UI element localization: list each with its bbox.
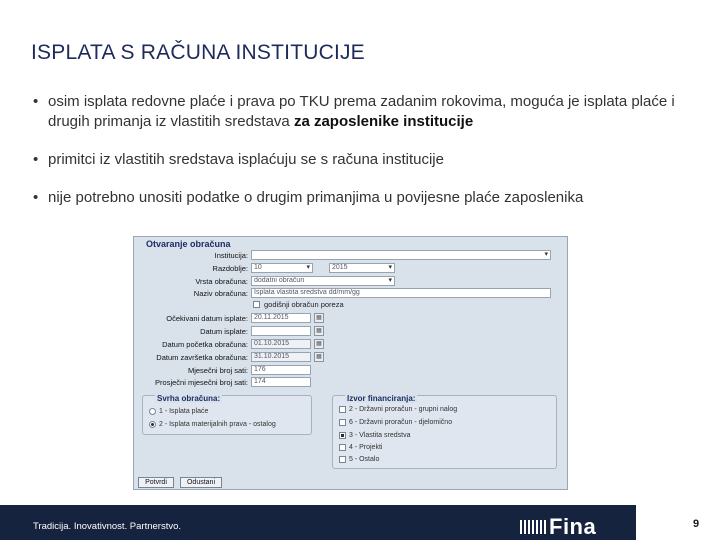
page-number: 9 [693,518,700,530]
end-date-input[interactable]: 31.10.2015 [251,352,311,362]
slide-title: ISPLATA S RAČUNA INSTITUCIJE [31,41,365,64]
bullet-text: nije potrebno unositi podatke o drugim p… [48,189,584,206]
barcode-icon [520,520,546,534]
cancel-button[interactable]: Odustani [180,477,222,488]
annual-tax-label: godišnji obračun poreza [264,300,344,309]
bullet-text: osim isplata redovne plaće i prava po TK… [48,92,693,132]
bullet-marker: • [33,151,39,168]
funding-option-label: 3 - Vlastita sredstva [349,432,411,439]
confirm-button[interactable]: Potvrdi [138,477,174,488]
purpose-option-label: 2 - Isplata materijalnih prava - ostalog [159,421,276,428]
checkbox-checked[interactable] [339,432,346,439]
start-date-input[interactable]: 01.10.2015 [251,339,311,349]
monthly-hours-row: Mjesečni broj sati: 176 [134,365,569,376]
calendar-icon[interactable]: ▦ [314,339,324,349]
calc-type-label: Vrsta obračuna: [195,277,248,286]
bullet-item: • nije potrebno unositi podatke o drugim… [33,188,693,208]
purpose-option[interactable]: 1 - Isplata plaće [149,408,208,415]
funding-option[interactable]: 6 - Državni proračun - djelomično [339,419,452,426]
bullet-text-bold: za zaposlenike institucije [293,113,474,130]
checkbox[interactable] [339,456,346,463]
start-date-label: Datum početka obračuna: [162,340,248,349]
avg-hours-input[interactable]: 174 [251,377,311,387]
funding-source-panel: Izvor financiranja: 2 - Državni proračun… [332,394,557,469]
period-month-select[interactable]: 10 [251,263,313,273]
purpose-panel: Svrha obračuna: 1 - Isplata plaće 2 - Is… [142,394,312,435]
period-label: Razdoblje: [212,264,248,273]
radio-button[interactable] [149,408,156,415]
period-row: Razdoblje: 10 2015 [134,263,569,274]
purpose-option[interactable]: 2 - Isplata materijalnih prava - ostalog [149,421,276,428]
purpose-option-label: 1 - Isplata plaće [159,408,209,415]
calendar-icon[interactable]: ▦ [314,352,324,362]
calendar-icon[interactable]: ▦ [314,326,324,336]
calendar-icon[interactable]: ▦ [314,313,324,323]
avg-hours-label: Prosječni mjesečni broj sati: [155,378,248,387]
funding-option-label: 5 - Ostalo [349,456,380,463]
institution-select[interactable] [251,250,551,260]
checkbox[interactable] [339,444,346,451]
funding-source-title: Izvor financiranja: [345,394,418,403]
payment-date-label: Datum isplate: [200,327,248,336]
payment-date-input[interactable] [251,326,311,336]
payment-date-row: Datum isplate: ▦ [134,326,569,337]
logo-wordmark: Fina [549,514,597,539]
bullet-marker: • [33,93,39,110]
calc-type-select[interactable]: dodatni obračun [251,276,395,286]
start-date-row: Datum početka obračuna: 01.10.2015 ▦ [134,339,569,350]
checkbox[interactable] [339,419,346,426]
annual-tax-row: godišnji obračun poreza [253,300,344,309]
funding-option[interactable]: 4 - Projekti [339,444,382,451]
expected-date-row: Očekivani datum isplate: 20.11.2015 ▦ [134,313,569,324]
funding-option[interactable]: 2 - Državni proračun - grupni nalog [339,406,457,413]
institution-row: Institucija: [134,250,569,261]
period-year-select[interactable]: 2015 [329,263,395,273]
end-date-label: Datum završetka obračuna: [156,353,248,362]
checkbox[interactable] [339,406,346,413]
payroll-form-screenshot: Otvaranje obračuna Institucija: Razdoblj… [133,236,568,490]
calc-name-input[interactable]: Isplata vlastita sredstva dd/mm/gg [251,288,551,298]
purpose-title: Svrha obračuna: [155,394,223,403]
bullet-text: primitci iz vlastitih sredstava isplaćuj… [48,151,444,168]
expected-date-label: Očekivani datum isplate: [166,314,248,323]
funding-option-label: 4 - Projekti [349,444,383,451]
funding-option-label: 6 - Državni proračun - djelomično [349,419,453,426]
bullet-item: • osim isplata redovne plaće i prava po … [33,92,693,132]
end-date-row: Datum završetka obračuna: 31.10.2015 ▦ [134,352,569,363]
calc-name-label: Naziv obračuna: [193,289,248,298]
monthly-hours-input[interactable]: 176 [251,365,311,375]
avg-hours-row: Prosječni mjesečni broj sati: 174 [134,377,569,388]
calc-type-row: Vrsta obračuna: dodatni obračun [134,276,569,287]
fina-logo: Fina [520,514,596,540]
radio-button-selected[interactable] [149,421,156,428]
annual-tax-checkbox[interactable] [253,301,260,308]
institution-label: Institucija: [214,251,248,260]
bullet-marker: • [33,189,39,206]
monthly-hours-label: Mjesečni broj sati: [187,366,248,375]
funding-option[interactable]: 5 - Ostalo [339,456,379,463]
bullet-item: • primitci iz vlastitih sredstava isplać… [33,150,693,170]
funding-option[interactable]: 3 - Vlastita sredstva [339,432,410,439]
bullet-list: • osim isplata redovne plaće i prava po … [33,92,693,226]
expected-date-input[interactable]: 20.11.2015 [251,313,311,323]
footer-bar: Tradicija. Inovativnost. Partnerstvo. Fi… [0,505,636,540]
footer-tagline: Tradicija. Inovativnost. Partnerstvo. [33,521,182,532]
calc-name-row: Naziv obračuna: Isplata vlastita sredstv… [134,288,569,299]
form-group-title: Otvaranje obračuna [146,239,231,249]
funding-option-label: 2 - Državni proračun - grupni nalog [349,406,458,413]
